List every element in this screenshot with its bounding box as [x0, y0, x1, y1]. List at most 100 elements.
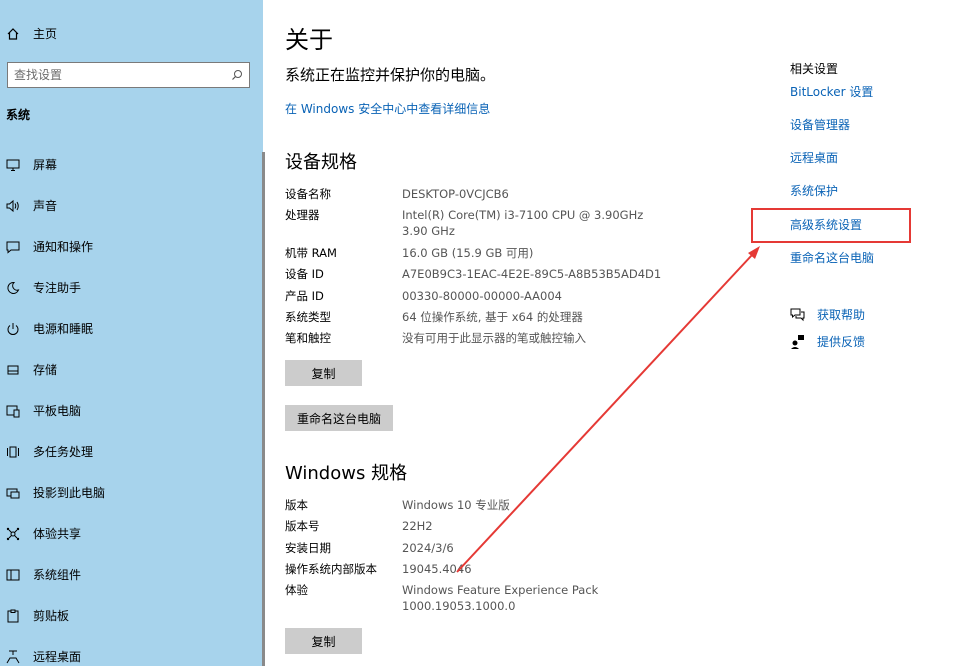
rename-pc-button[interactable]: 重命名这台电脑: [285, 405, 393, 431]
sidebar-item-label: 剪贴板: [33, 609, 70, 623]
monitor-icon: [6, 159, 20, 171]
sidebar-item-label: 专注助手: [33, 281, 82, 295]
spec-label: 笔和触控: [285, 331, 331, 345]
protection-status: 系统正在监控并保护你的电脑。: [285, 66, 496, 84]
windows-spec-table: 版本 Windows 10 专业版 版本号 22H2 安装日期 2024/3/6…: [285, 497, 685, 620]
feedback-link[interactable]: 提供反馈: [817, 333, 865, 350]
message-icon: [6, 241, 20, 254]
tablet-icon: [6, 405, 20, 417]
get-help-link[interactable]: 获取帮助: [817, 306, 865, 323]
spec-value: Intel(R) Core(TM) i3-7100 CPU @ 3.90GHz …: [402, 208, 644, 238]
get-help-row[interactable]: 获取帮助: [790, 306, 865, 323]
spec-row: 产品 ID 00330-80000-00000-AA004: [285, 288, 685, 309]
storage-icon: [7, 365, 19, 374]
system-protection-link[interactable]: 系统保护: [790, 182, 838, 199]
remote-desktop-icon: [6, 650, 20, 663]
page-title: 关于: [285, 26, 333, 54]
speaker-icon: [6, 199, 19, 212]
spec-label: 产品 ID: [285, 289, 324, 303]
spec-label: 版本号: [285, 519, 320, 533]
related-settings-title: 相关设置: [790, 62, 839, 76]
sidebar-item-remote-desktop[interactable]: 远程桌面: [0, 636, 263, 666]
spec-row: 版本 Windows 10 专业版: [285, 497, 685, 518]
home-nav-item[interactable]: 主页: [6, 25, 57, 42]
highlight-box: [751, 208, 911, 243]
sidebar-item-power[interactable]: 电源和睡眠: [0, 308, 263, 349]
spec-value: 19045.4046: [402, 562, 472, 576]
spec-value: DESKTOP-0VCJCB6: [402, 187, 509, 201]
spec-value: 16.0 GB (15.9 GB 可用): [402, 246, 534, 260]
sidebar-item-projecting[interactable]: 投影到此电脑: [0, 472, 263, 513]
spec-row: 机带 RAM 16.0 GB (15.9 GB 可用): [285, 245, 685, 266]
spec-row: 处理器 Intel(R) Core(TM) i3-7100 CPU @ 3.90…: [285, 207, 685, 245]
spec-value: A7E0B9C3-1EAC-4E2E-89C5-A8B53B5AD4D1: [402, 267, 662, 281]
feedback-row[interactable]: 提供反馈: [790, 333, 865, 350]
spec-label: 处理器: [285, 208, 320, 222]
spec-row: 操作系统内部版本 19045.4046: [285, 561, 685, 582]
sidebar-item-label: 投影到此电脑: [33, 486, 106, 500]
security-center-link[interactable]: 在 Windows 安全中心中查看详细信息: [285, 100, 490, 117]
spec-row: 系统类型 64 位操作系统, 基于 x64 的处理器: [285, 309, 685, 330]
sidebar-nav: 屏幕 声音 通知和操作 专注助手 电源和睡眠 存储 平板电脑 多任务处理 投影到…: [0, 144, 263, 666]
spec-row: 设备名称 DESKTOP-0VCJCB6: [285, 186, 685, 207]
sidebar-item-notifications[interactable]: 通知和操作: [0, 226, 263, 267]
main-scrollbar[interactable]: [262, 152, 265, 666]
spec-value: 22H2: [402, 519, 433, 533]
moon-icon: [7, 281, 20, 294]
sidebar-item-label: 平板电脑: [33, 404, 82, 418]
spec-label: 操作系统内部版本: [285, 562, 377, 576]
spec-label: 版本: [285, 498, 308, 512]
sidebar-item-multitasking[interactable]: 多任务处理: [0, 431, 263, 472]
multitask-icon: [7, 446, 19, 457]
copy-device-specs-button[interactable]: 复制: [285, 360, 362, 386]
device-manager-link[interactable]: 设备管理器: [790, 116, 850, 133]
spec-row: 体验 Windows Feature Experience Pack 1000.…: [285, 582, 685, 620]
components-icon: [6, 569, 20, 580]
device-spec-table: 设备名称 DESKTOP-0VCJCB6 处理器 Intel(R) Core(T…: [285, 186, 685, 351]
spec-label: 体验: [285, 583, 308, 597]
spec-value: 2024/3/6: [402, 541, 454, 555]
clipboard-icon: [7, 609, 19, 622]
sidebar-item-label: 体验共享: [33, 527, 82, 541]
spec-label: 机带 RAM: [285, 246, 337, 260]
search-box[interactable]: [7, 62, 250, 88]
spec-row: 版本号 22H2: [285, 518, 685, 540]
copy-windows-specs-button[interactable]: 复制: [285, 628, 362, 654]
sidebar-item-label: 系统组件: [33, 568, 82, 582]
share-icon: [6, 527, 20, 540]
search-input[interactable]: [14, 68, 231, 82]
sidebar-item-storage[interactable]: 存储: [0, 349, 263, 390]
remote-desktop-link[interactable]: 远程桌面: [790, 149, 838, 166]
bitlocker-settings-link[interactable]: BitLocker 设置: [790, 83, 873, 100]
device-spec-title: 设备规格: [285, 152, 357, 173]
spec-label: 系统类型: [285, 310, 331, 324]
spec-label: 设备名称: [285, 187, 331, 201]
sidebar-item-label: 屏幕: [33, 158, 58, 172]
sidebar-item-label: 多任务处理: [33, 445, 94, 459]
section-title-system: 系统: [6, 108, 31, 122]
sidebar-item-sound[interactable]: 声音: [0, 185, 263, 226]
windows-spec-title: Windows 规格: [285, 463, 408, 484]
spec-label: 设备 ID: [285, 267, 324, 281]
spec-label: 安装日期: [285, 541, 331, 555]
sidebar-item-label: 声音: [33, 199, 58, 213]
rename-pc-link[interactable]: 重命名这台电脑: [790, 249, 874, 266]
spec-row: 安装日期 2024/3/6: [285, 540, 685, 561]
spec-row: 设备 ID A7E0B9C3-1EAC-4E2E-89C5-A8B53B5AD4…: [285, 266, 685, 288]
home-label: 主页: [33, 27, 58, 41]
sidebar-item-display[interactable]: 屏幕: [0, 144, 263, 185]
sidebar: 主页 系统 屏幕 声音 通知和操作 专注助手 电源和睡眠 存储: [0, 0, 263, 666]
help-chat-icon: [790, 308, 805, 322]
sidebar-item-system-components[interactable]: 系统组件: [0, 554, 263, 595]
feedback-icon: [791, 335, 804, 349]
sidebar-item-shared-experiences[interactable]: 体验共享: [0, 513, 263, 554]
sidebar-item-tablet[interactable]: 平板电脑: [0, 390, 263, 431]
sidebar-item-clipboard[interactable]: 剪贴板: [0, 595, 263, 636]
search-icon[interactable]: [231, 69, 243, 81]
home-icon: [7, 27, 19, 40]
spec-value: 没有可用于此显示器的笔或触控输入: [402, 331, 586, 345]
spec-value: Windows Feature Experience Pack 1000.190…: [402, 583, 599, 613]
project-icon: [6, 488, 20, 498]
sidebar-item-label: 通知和操作: [33, 240, 94, 254]
sidebar-item-focus-assist[interactable]: 专注助手: [0, 267, 263, 308]
